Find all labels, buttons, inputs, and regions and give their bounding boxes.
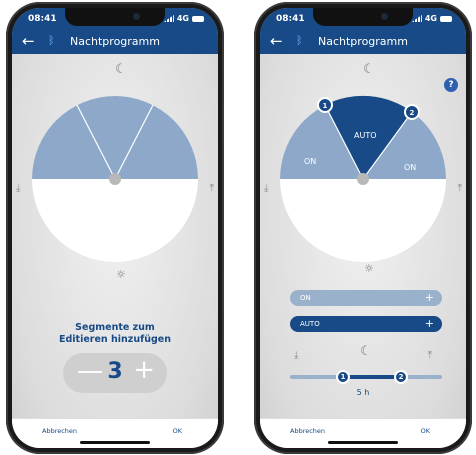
sunrise-icon: ⤒ bbox=[427, 350, 432, 361]
marker-2-label: 2 bbox=[410, 109, 415, 117]
notch bbox=[313, 8, 413, 26]
screen-right: 08:41 4G ← ᛒ Nachtprogramm ☾ ? ⤓ ⤒ ON AU… bbox=[260, 8, 466, 448]
notch bbox=[65, 8, 165, 26]
slider-knob-2[interactable]: 2 bbox=[394, 370, 408, 384]
segment-row-on[interactable]: ON + bbox=[290, 290, 442, 306]
time-slider-range bbox=[343, 375, 401, 379]
sun-icon: ☼ bbox=[364, 262, 374, 275]
status-bar: 08:41 4G bbox=[12, 8, 218, 30]
signal-icon bbox=[163, 15, 174, 22]
segments-prompt: Segmente zum Editieren hinzufügen bbox=[59, 322, 171, 345]
program-dial[interactable]: ON AUTO ON 1 2 bbox=[276, 92, 450, 266]
back-arrow-icon[interactable]: ← bbox=[22, 32, 35, 50]
marker-1-label: 1 bbox=[323, 102, 328, 110]
sunset-icon: ⤓ bbox=[294, 350, 299, 361]
bottom-bar: Abbrechen OK bbox=[260, 418, 466, 448]
plus-button[interactable]: + bbox=[133, 355, 155, 385]
add-auto-button[interactable]: + bbox=[425, 316, 434, 332]
page-title: Nachtprogramm bbox=[318, 35, 408, 48]
bluetooth-icon: ᛒ bbox=[48, 34, 55, 47]
camera-icon bbox=[133, 13, 140, 20]
network-label: 4G bbox=[424, 14, 437, 23]
phone-right: 08:41 4G ← ᛒ Nachtprogramm ☾ ? ⤓ ⤒ ON AU… bbox=[254, 2, 472, 454]
dial-night-segment[interactable] bbox=[32, 96, 198, 179]
status-time: 08:41 bbox=[276, 14, 305, 24]
camera-icon bbox=[381, 13, 388, 20]
page-title: Nachtprogramm bbox=[70, 35, 160, 48]
cancel-button[interactable]: Abbrechen bbox=[42, 427, 77, 435]
ok-button[interactable]: OK bbox=[173, 427, 182, 435]
sunset-icon: ⤓ bbox=[264, 183, 269, 194]
bottom-bar: Abbrechen OK bbox=[12, 418, 218, 448]
moon-icon: ☾ bbox=[115, 62, 127, 77]
slider-knob-1[interactable]: 1 bbox=[336, 370, 350, 384]
signal-icon bbox=[411, 15, 422, 22]
dial-center bbox=[357, 173, 369, 185]
back-arrow-icon[interactable]: ← bbox=[270, 32, 283, 50]
moon-icon: ☾ bbox=[363, 62, 375, 77]
home-indicator bbox=[328, 441, 398, 444]
app-bar: ← ᛒ Nachtprogramm bbox=[12, 30, 218, 54]
segment-on-label: ON bbox=[300, 294, 311, 302]
app-bar: ← ᛒ Nachtprogramm bbox=[260, 30, 466, 54]
status-bar: 08:41 4G bbox=[260, 8, 466, 30]
segment-stepper: — 3 + bbox=[63, 353, 167, 393]
segment-auto-label: AUTO bbox=[300, 320, 320, 328]
help-button[interactable]: ? bbox=[444, 78, 458, 92]
sunrise-icon: ⤒ bbox=[209, 183, 214, 194]
status-time: 08:41 bbox=[28, 14, 57, 24]
phone-left: 08:41 4G ← ᛒ Nachtprogramm ☾ ⤓ ⤒ ☼ Segme… bbox=[6, 2, 224, 454]
screen-left: 08:41 4G ← ᛒ Nachtprogramm ☾ ⤓ ⤒ ☼ Segme… bbox=[12, 8, 218, 448]
ok-button[interactable]: OK bbox=[421, 427, 430, 435]
moon-icon: ☾ bbox=[360, 344, 372, 359]
dial-center bbox=[109, 173, 121, 185]
sunrise-icon: ⤒ bbox=[457, 183, 462, 194]
status-icons: 4G bbox=[411, 14, 452, 23]
home-indicator bbox=[80, 441, 150, 444]
battery-icon bbox=[440, 15, 452, 22]
sunset-icon: ⤓ bbox=[16, 183, 21, 194]
bluetooth-icon: ᛒ bbox=[296, 34, 303, 47]
battery-icon bbox=[192, 15, 204, 22]
program-dial[interactable] bbox=[28, 92, 202, 266]
segment-row-auto[interactable]: AUTO + bbox=[290, 316, 442, 332]
duration-label: 5 h bbox=[356, 388, 370, 397]
dial-label-on-right: ON bbox=[404, 163, 416, 172]
sun-icon: ☼ bbox=[116, 268, 126, 281]
dial-label-on-left: ON bbox=[304, 157, 316, 166]
status-icons: 4G bbox=[163, 14, 204, 23]
add-on-button[interactable]: + bbox=[425, 290, 434, 306]
network-label: 4G bbox=[176, 14, 189, 23]
dial-label-auto: AUTO bbox=[354, 131, 377, 140]
cancel-button[interactable]: Abbrechen bbox=[290, 427, 325, 435]
